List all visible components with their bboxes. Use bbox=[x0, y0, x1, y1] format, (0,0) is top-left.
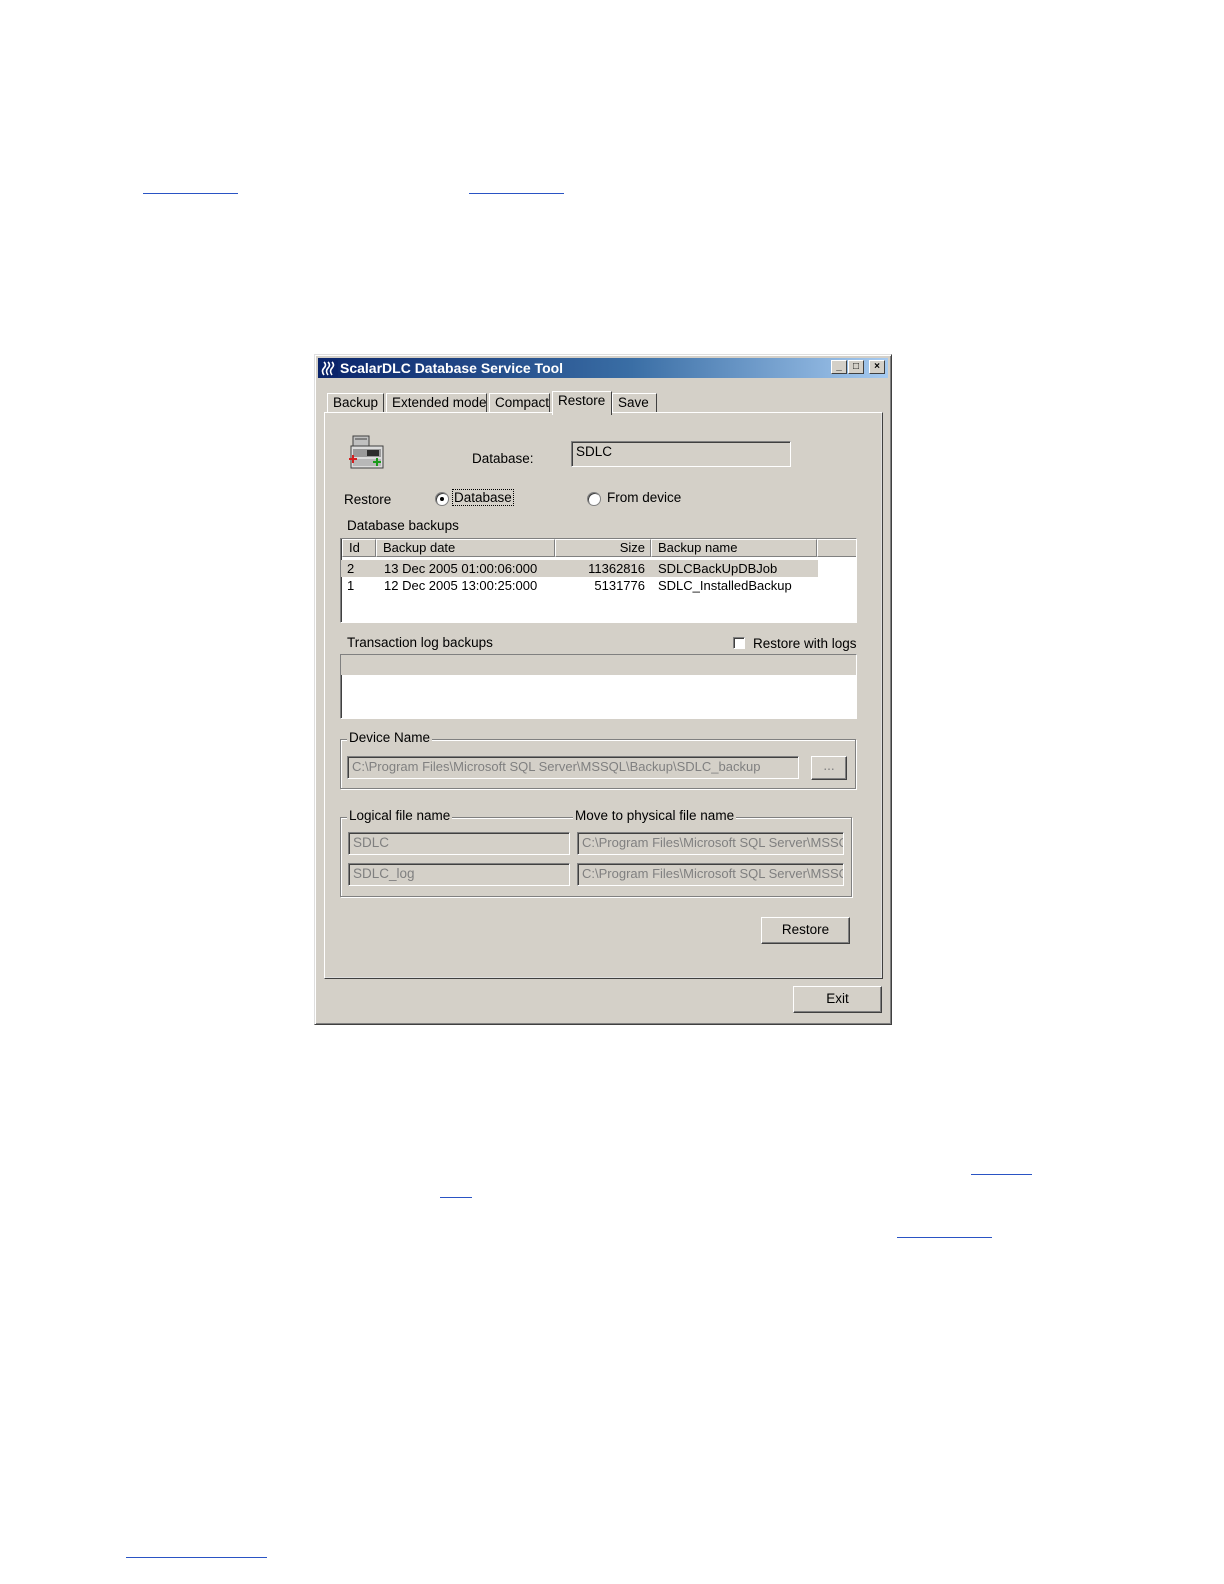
tab-extended-mode[interactable]: Extended mode bbox=[386, 393, 487, 413]
exit-button[interactable]: Exit bbox=[793, 986, 882, 1013]
cell-size: 5131776 bbox=[594, 578, 645, 593]
minimize-button[interactable]: _ bbox=[831, 360, 847, 374]
document-link[interactable] bbox=[897, 1237, 992, 1238]
cell-backup-date: 12 Dec 2005 13:00:25:000 bbox=[384, 578, 538, 593]
exit-button-label: Exit bbox=[826, 991, 849, 1006]
cell-backup-name: SDLC_InstalledBackup bbox=[658, 578, 792, 593]
close-button[interactable]: × bbox=[869, 360, 885, 374]
maximize-button[interactable]: □ bbox=[848, 360, 864, 374]
logical-file-value: SDLC_log bbox=[353, 866, 415, 881]
radio-selected-dot bbox=[440, 497, 444, 501]
column-id[interactable]: Id bbox=[342, 539, 376, 557]
file-mapping-group: Logical file name Move to physical file … bbox=[340, 808, 852, 897]
document-link[interactable] bbox=[469, 193, 564, 194]
window-title: ScalarDLC Database Service Tool bbox=[340, 360, 564, 376]
logical-file-field[interactable]: SDLC_log bbox=[348, 863, 570, 886]
device-path-value: C:\Program Files\Microsoft SQL Server\MS… bbox=[352, 759, 761, 774]
restore-with-logs-label[interactable]: Restore with logs bbox=[753, 636, 857, 651]
minimize-icon: _ bbox=[836, 361, 842, 372]
restore-source-label: Restore bbox=[344, 492, 392, 507]
cell-backup-date: 13 Dec 2005 01:00:06:000 bbox=[384, 561, 538, 576]
title-bar[interactable]: ScalarDLC Database Service Tool _ □ × bbox=[318, 358, 888, 378]
logical-file-name-label: Logical file name bbox=[347, 808, 453, 823]
cell-size: 11362816 bbox=[588, 561, 645, 576]
device-name-label: Device Name bbox=[347, 730, 433, 745]
document-link[interactable] bbox=[971, 1174, 1032, 1175]
column-size[interactable]: Size bbox=[555, 539, 651, 557]
physical-file-value: C:\Program Files\Microsoft SQL Server\MS… bbox=[582, 866, 844, 881]
table-row[interactable]: 1 12 Dec 2005 13:00:25:000 5131776 SDLC_… bbox=[341, 577, 818, 594]
app-icon bbox=[321, 360, 338, 377]
database-backups-list[interactable]: Id Backup date Size Backup name 2 13 Dec… bbox=[340, 538, 857, 623]
cell-backup-name: SDLCBackUpDBJob bbox=[658, 561, 778, 576]
column-backup-name[interactable]: Backup name bbox=[651, 539, 817, 557]
close-icon: × bbox=[874, 361, 880, 372]
column-backup-date[interactable]: Backup date bbox=[376, 539, 555, 557]
column-filler bbox=[817, 539, 856, 557]
transaction-log-backups-label: Transaction log backups bbox=[347, 635, 493, 650]
tab-backup[interactable]: Backup bbox=[327, 393, 384, 413]
tab-compact[interactable]: Compact bbox=[489, 393, 550, 413]
logical-file-value: SDLC bbox=[353, 835, 390, 850]
browse-button-label: ... bbox=[823, 758, 835, 773]
document-link[interactable] bbox=[440, 1197, 472, 1198]
document-link[interactable] bbox=[126, 1557, 267, 1558]
radio-from-device[interactable] bbox=[587, 492, 601, 506]
restore-button[interactable]: Restore bbox=[761, 917, 850, 944]
cell-id: 2 bbox=[347, 561, 355, 576]
browse-button[interactable]: ... bbox=[811, 756, 847, 780]
tab-save[interactable]: Save bbox=[612, 393, 657, 413]
database-field-value: SDLC bbox=[576, 444, 613, 459]
physical-file-field[interactable]: C:\Program Files\Microsoft SQL Server\MS… bbox=[577, 832, 844, 855]
database-label: Database: bbox=[472, 451, 534, 466]
document-link[interactable] bbox=[143, 193, 238, 194]
device-name-group: Device Name C:\Program Files\Microsoft S… bbox=[340, 730, 856, 789]
logical-file-field[interactable]: SDLC bbox=[348, 832, 570, 855]
maximize-icon: □ bbox=[852, 361, 860, 372]
device-path-field[interactable]: C:\Program Files\Microsoft SQL Server\MS… bbox=[347, 756, 799, 779]
database-field[interactable]: SDLC bbox=[571, 441, 791, 467]
cell-id: 1 bbox=[347, 578, 355, 593]
service-tool-window: ScalarDLC Database Service Tool _ □ × Ba… bbox=[314, 354, 892, 1025]
table-row[interactable]: 2 13 Dec 2005 01:00:06:000 11362816 SDLC… bbox=[341, 560, 818, 577]
list-header-placeholder bbox=[341, 655, 856, 675]
physical-file-field[interactable]: C:\Program Files\Microsoft SQL Server\MS… bbox=[577, 863, 844, 886]
physical-file-value: C:\Program Files\Microsoft SQL Server\MS… bbox=[582, 835, 844, 850]
radio-database[interactable] bbox=[435, 492, 449, 506]
physical-file-name-label: Move to physical file name bbox=[573, 808, 737, 823]
restore-with-logs-checkbox[interactable] bbox=[733, 637, 745, 649]
database-backups-label: Database backups bbox=[347, 518, 459, 533]
tab-restore[interactable]: Restore bbox=[552, 391, 612, 415]
radio-database-label[interactable]: Database bbox=[452, 489, 514, 506]
transaction-log-list[interactable] bbox=[340, 654, 857, 719]
database-server-icon bbox=[349, 435, 384, 469]
restore-panel: Database: SDLC Restore Database From dev… bbox=[324, 412, 883, 979]
radio-from-device-label[interactable]: From device bbox=[607, 490, 681, 505]
